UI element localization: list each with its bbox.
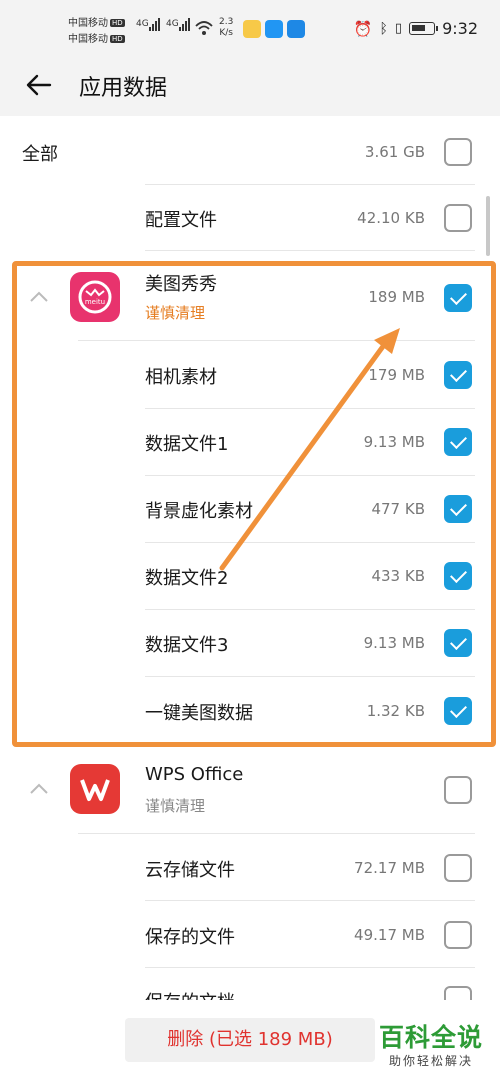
bottom-bar: 删除 (已选 189 MB) 百科全说 助你轻松解决 xyxy=(0,1000,500,1084)
annotation-arrow-icon xyxy=(219,328,400,571)
delete-button[interactable]: 删除 (已选 189 MB) xyxy=(125,1018,375,1062)
watermark-logo: 百科全说 助你轻松解决 xyxy=(378,1023,483,1069)
